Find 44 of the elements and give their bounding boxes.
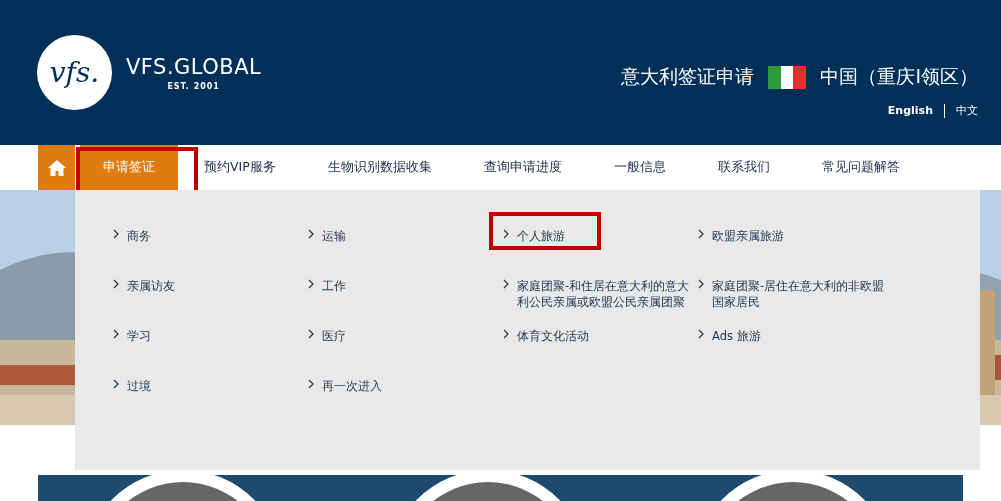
menu-item[interactable]: Ads 旅游 <box>698 328 892 378</box>
chevron-icon <box>308 379 314 389</box>
chevron-icon <box>308 329 314 339</box>
menu-item[interactable]: 过境 <box>113 378 307 428</box>
chevron-icon <box>113 379 119 389</box>
chevron-icon <box>503 329 509 339</box>
menu-item[interactable]: 家庭团聚-居住在意大利的非欧盟国家居民 <box>698 278 892 328</box>
menu-item[interactable]: 亲属访友 <box>113 278 307 328</box>
menu-item[interactable]: 家庭团聚-和住居在意大利的意大利公民亲属或欧盟公民亲属团聚 <box>503 278 697 328</box>
chevron-icon <box>698 279 704 289</box>
nav-tab[interactable]: 生物识别数据收集 <box>327 145 432 190</box>
menu-item[interactable]: 工作 <box>308 278 502 328</box>
menu-item[interactable]: 运输 <box>308 228 502 278</box>
brand-name: VFS.GLOBAL <box>126 54 262 79</box>
chevron-icon <box>113 229 119 239</box>
logo-mark: vfs. <box>37 35 112 110</box>
home-icon <box>47 159 66 176</box>
menu-item[interactable]: 医疗 <box>308 328 502 378</box>
brand-tagline: EST. 2001 <box>167 81 220 91</box>
chevron-icon <box>308 229 314 239</box>
language-link[interactable]: English <box>876 104 944 118</box>
chevron-icon <box>308 279 314 289</box>
nav-tab[interactable]: 一般信息 <box>613 145 666 190</box>
menu-item[interactable]: 商务 <box>113 228 307 278</box>
chevron-icon <box>503 279 509 289</box>
chevron-icon <box>698 329 704 339</box>
chevron-icon <box>113 329 119 339</box>
menu-item[interactable]: 欧盟亲属旅游 <box>698 228 892 278</box>
menu-item[interactable]: 体育文化活动 <box>503 328 697 378</box>
menu-item[interactable]: 个人旅游 <box>503 228 697 278</box>
page-title: 意大利签证申请 <box>621 64 755 89</box>
nav-tab[interactable]: 预约VIP服务 <box>204 145 276 190</box>
language-link[interactable]: 中文 <box>944 104 978 118</box>
nav-tab[interactable]: 联系我们 <box>717 145 770 190</box>
menu-item[interactable]: 学习 <box>113 328 307 378</box>
chevron-icon <box>698 229 704 239</box>
home-button[interactable] <box>38 145 75 190</box>
region-label: 中国（重庆I领区） <box>820 64 978 89</box>
chevron-icon <box>503 229 509 239</box>
menu-item[interactable]: 再一次进入 <box>308 378 502 428</box>
nav-tab[interactable]: 查询申请进度 <box>483 145 562 190</box>
flag-icon <box>768 65 807 89</box>
nav-tab[interactable]: 常见问题解答 <box>821 145 900 190</box>
chevron-icon <box>113 279 119 289</box>
